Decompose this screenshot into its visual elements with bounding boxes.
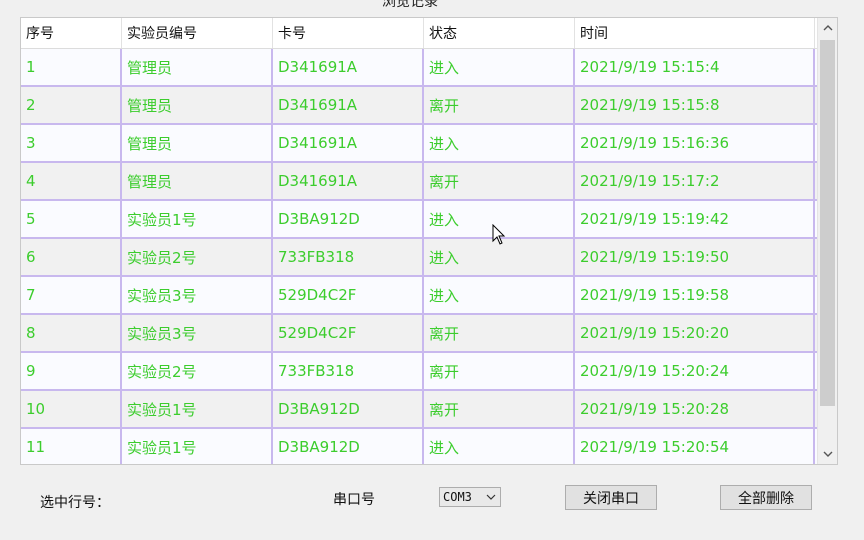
cell-card-number: 529D4C2F	[273, 277, 424, 313]
table-row[interactable]: 9 实验员2号 733FB318 离开 2021/9/19 15:20:24	[21, 353, 817, 391]
cell-operator-id: 实验员1号	[122, 391, 273, 427]
cell-serial: 4	[21, 163, 122, 199]
header-operator-id[interactable]: 实验员编号	[122, 18, 273, 48]
cell-serial: 5	[21, 201, 122, 237]
cell-card-number: D3BA912D	[273, 429, 424, 464]
cell-time: 2021/9/19 15:19:50	[575, 239, 815, 275]
cell-status: 进入	[424, 277, 575, 313]
cell-serial: 10	[21, 391, 122, 427]
chevron-up-icon[interactable]	[818, 18, 837, 38]
cell-time: 2021/9/19 15:20:28	[575, 391, 815, 427]
header-status[interactable]: 状态	[424, 18, 575, 48]
cell-card-number: 733FB318	[273, 239, 424, 275]
cell-serial: 1	[21, 49, 122, 85]
cell-serial: 11	[21, 429, 122, 464]
cell-card-number: 733FB318	[273, 353, 424, 389]
main-window: 浏览记录 序号 实验员编号 卡号 状态 时间 1 管理员 D341691A 进入 202…	[0, 0, 864, 540]
cell-serial: 2	[21, 87, 122, 123]
records-table: 序号 实验员编号 卡号 状态 时间 1 管理员 D341691A 进入 2021/9/1…	[20, 17, 838, 465]
cell-status: 离开	[424, 315, 575, 351]
header-card-number[interactable]: 卡号	[273, 18, 424, 48]
chevron-down-icon	[486, 494, 496, 500]
cell-time: 2021/9/19 15:20:54	[575, 429, 815, 464]
cell-card-number: D3BA912D	[273, 201, 424, 237]
table-row[interactable]: 7 实验员3号 529D4C2F 进入 2021/9/19 15:19:58	[21, 277, 817, 315]
cell-operator-id: 管理员	[122, 87, 273, 123]
cell-time: 2021/9/19 15:20:24	[575, 353, 815, 389]
cell-card-number: D341691A	[273, 125, 424, 161]
cell-card-number: D341691A	[273, 163, 424, 199]
table-header-row: 序号 实验员编号 卡号 状态 时间	[21, 18, 817, 49]
cell-card-number: D3BA912D	[273, 391, 424, 427]
close-port-button[interactable]: 关闭串口	[565, 485, 657, 510]
cell-time: 2021/9/19 15:19:58	[575, 277, 815, 313]
header-serial[interactable]: 序号	[21, 18, 122, 48]
table-row[interactable]: 11 实验员1号 D3BA912D 进入 2021/9/19 15:20:54	[21, 429, 817, 464]
cell-status: 进入	[424, 125, 575, 161]
cell-card-number: 529D4C2F	[273, 315, 424, 351]
cell-card-number: D341691A	[273, 49, 424, 85]
cell-time: 2021/9/19 15:17:2	[575, 163, 815, 199]
cell-time: 2021/9/19 15:20:20	[575, 315, 815, 351]
serial-port-select[interactable]: COM3	[439, 487, 501, 507]
cell-time: 2021/9/19 15:15:4	[575, 49, 815, 85]
serial-port-label: 串口号	[333, 492, 375, 508]
cell-operator-id: 实验员2号	[122, 239, 273, 275]
cell-time: 2021/9/19 15:15:8	[575, 87, 815, 123]
cell-serial: 7	[21, 277, 122, 313]
cell-operator-id: 实验员1号	[122, 429, 273, 464]
selected-row-label: 选中行号：	[40, 495, 110, 511]
header-time[interactable]: 时间	[575, 18, 815, 48]
cell-operator-id: 实验员3号	[122, 315, 273, 351]
cell-serial: 9	[21, 353, 122, 389]
cell-status: 进入	[424, 49, 575, 85]
records-table-body: 序号 实验员编号 卡号 状态 时间 1 管理员 D341691A 进入 2021/9/1…	[21, 18, 817, 464]
table-row[interactable]: 2 管理员 D341691A 离开 2021/9/19 15:15:8	[21, 87, 817, 125]
table-row[interactable]: 1 管理员 D341691A 进入 2021/9/19 15:15:4	[21, 49, 817, 87]
cell-time: 2021/9/19 15:16:36	[575, 125, 815, 161]
records-group-title: 浏览记录	[380, 0, 440, 11]
cell-serial: 6	[21, 239, 122, 275]
cell-time: 2021/9/19 15:19:42	[575, 201, 815, 237]
cell-operator-id: 实验员1号	[122, 201, 273, 237]
cell-operator-id: 管理员	[122, 125, 273, 161]
cell-status: 进入	[424, 429, 575, 464]
table-row[interactable]: 5 实验员1号 D3BA912D 进入 2021/9/19 15:19:42	[21, 201, 817, 239]
serial-port-value: COM3	[443, 490, 472, 504]
table-row[interactable]: 6 实验员2号 733FB318 进入 2021/9/19 15:19:50	[21, 239, 817, 277]
cell-operator-id: 管理员	[122, 49, 273, 85]
cell-serial: 8	[21, 315, 122, 351]
mouse-pointer-icon	[492, 224, 506, 245]
cell-status: 离开	[424, 391, 575, 427]
cell-card-number: D341691A	[273, 87, 424, 123]
cell-status: 离开	[424, 353, 575, 389]
vertical-scrollbar[interactable]	[817, 18, 837, 464]
cell-operator-id: 管理员	[122, 163, 273, 199]
chevron-down-icon[interactable]	[818, 444, 837, 464]
table-row[interactable]: 3 管理员 D341691A 进入 2021/9/19 15:16:36	[21, 125, 817, 163]
table-row[interactable]: 8 实验员3号 529D4C2F 离开 2021/9/19 15:20:20	[21, 315, 817, 353]
scrollbar-thumb[interactable]	[820, 40, 835, 406]
cell-operator-id: 实验员2号	[122, 353, 273, 389]
cell-serial: 3	[21, 125, 122, 161]
delete-all-button[interactable]: 全部删除	[720, 485, 812, 510]
cell-status: 离开	[424, 163, 575, 199]
cell-operator-id: 实验员3号	[122, 277, 273, 313]
cell-status: 离开	[424, 87, 575, 123]
table-row[interactable]: 10 实验员1号 D3BA912D 离开 2021/9/19 15:20:28	[21, 391, 817, 429]
table-rows: 1 管理员 D341691A 进入 2021/9/19 15:15:4 2 管理员 D3416…	[21, 49, 817, 464]
table-row[interactable]: 4 管理员 D341691A 离开 2021/9/19 15:17:2	[21, 163, 817, 201]
